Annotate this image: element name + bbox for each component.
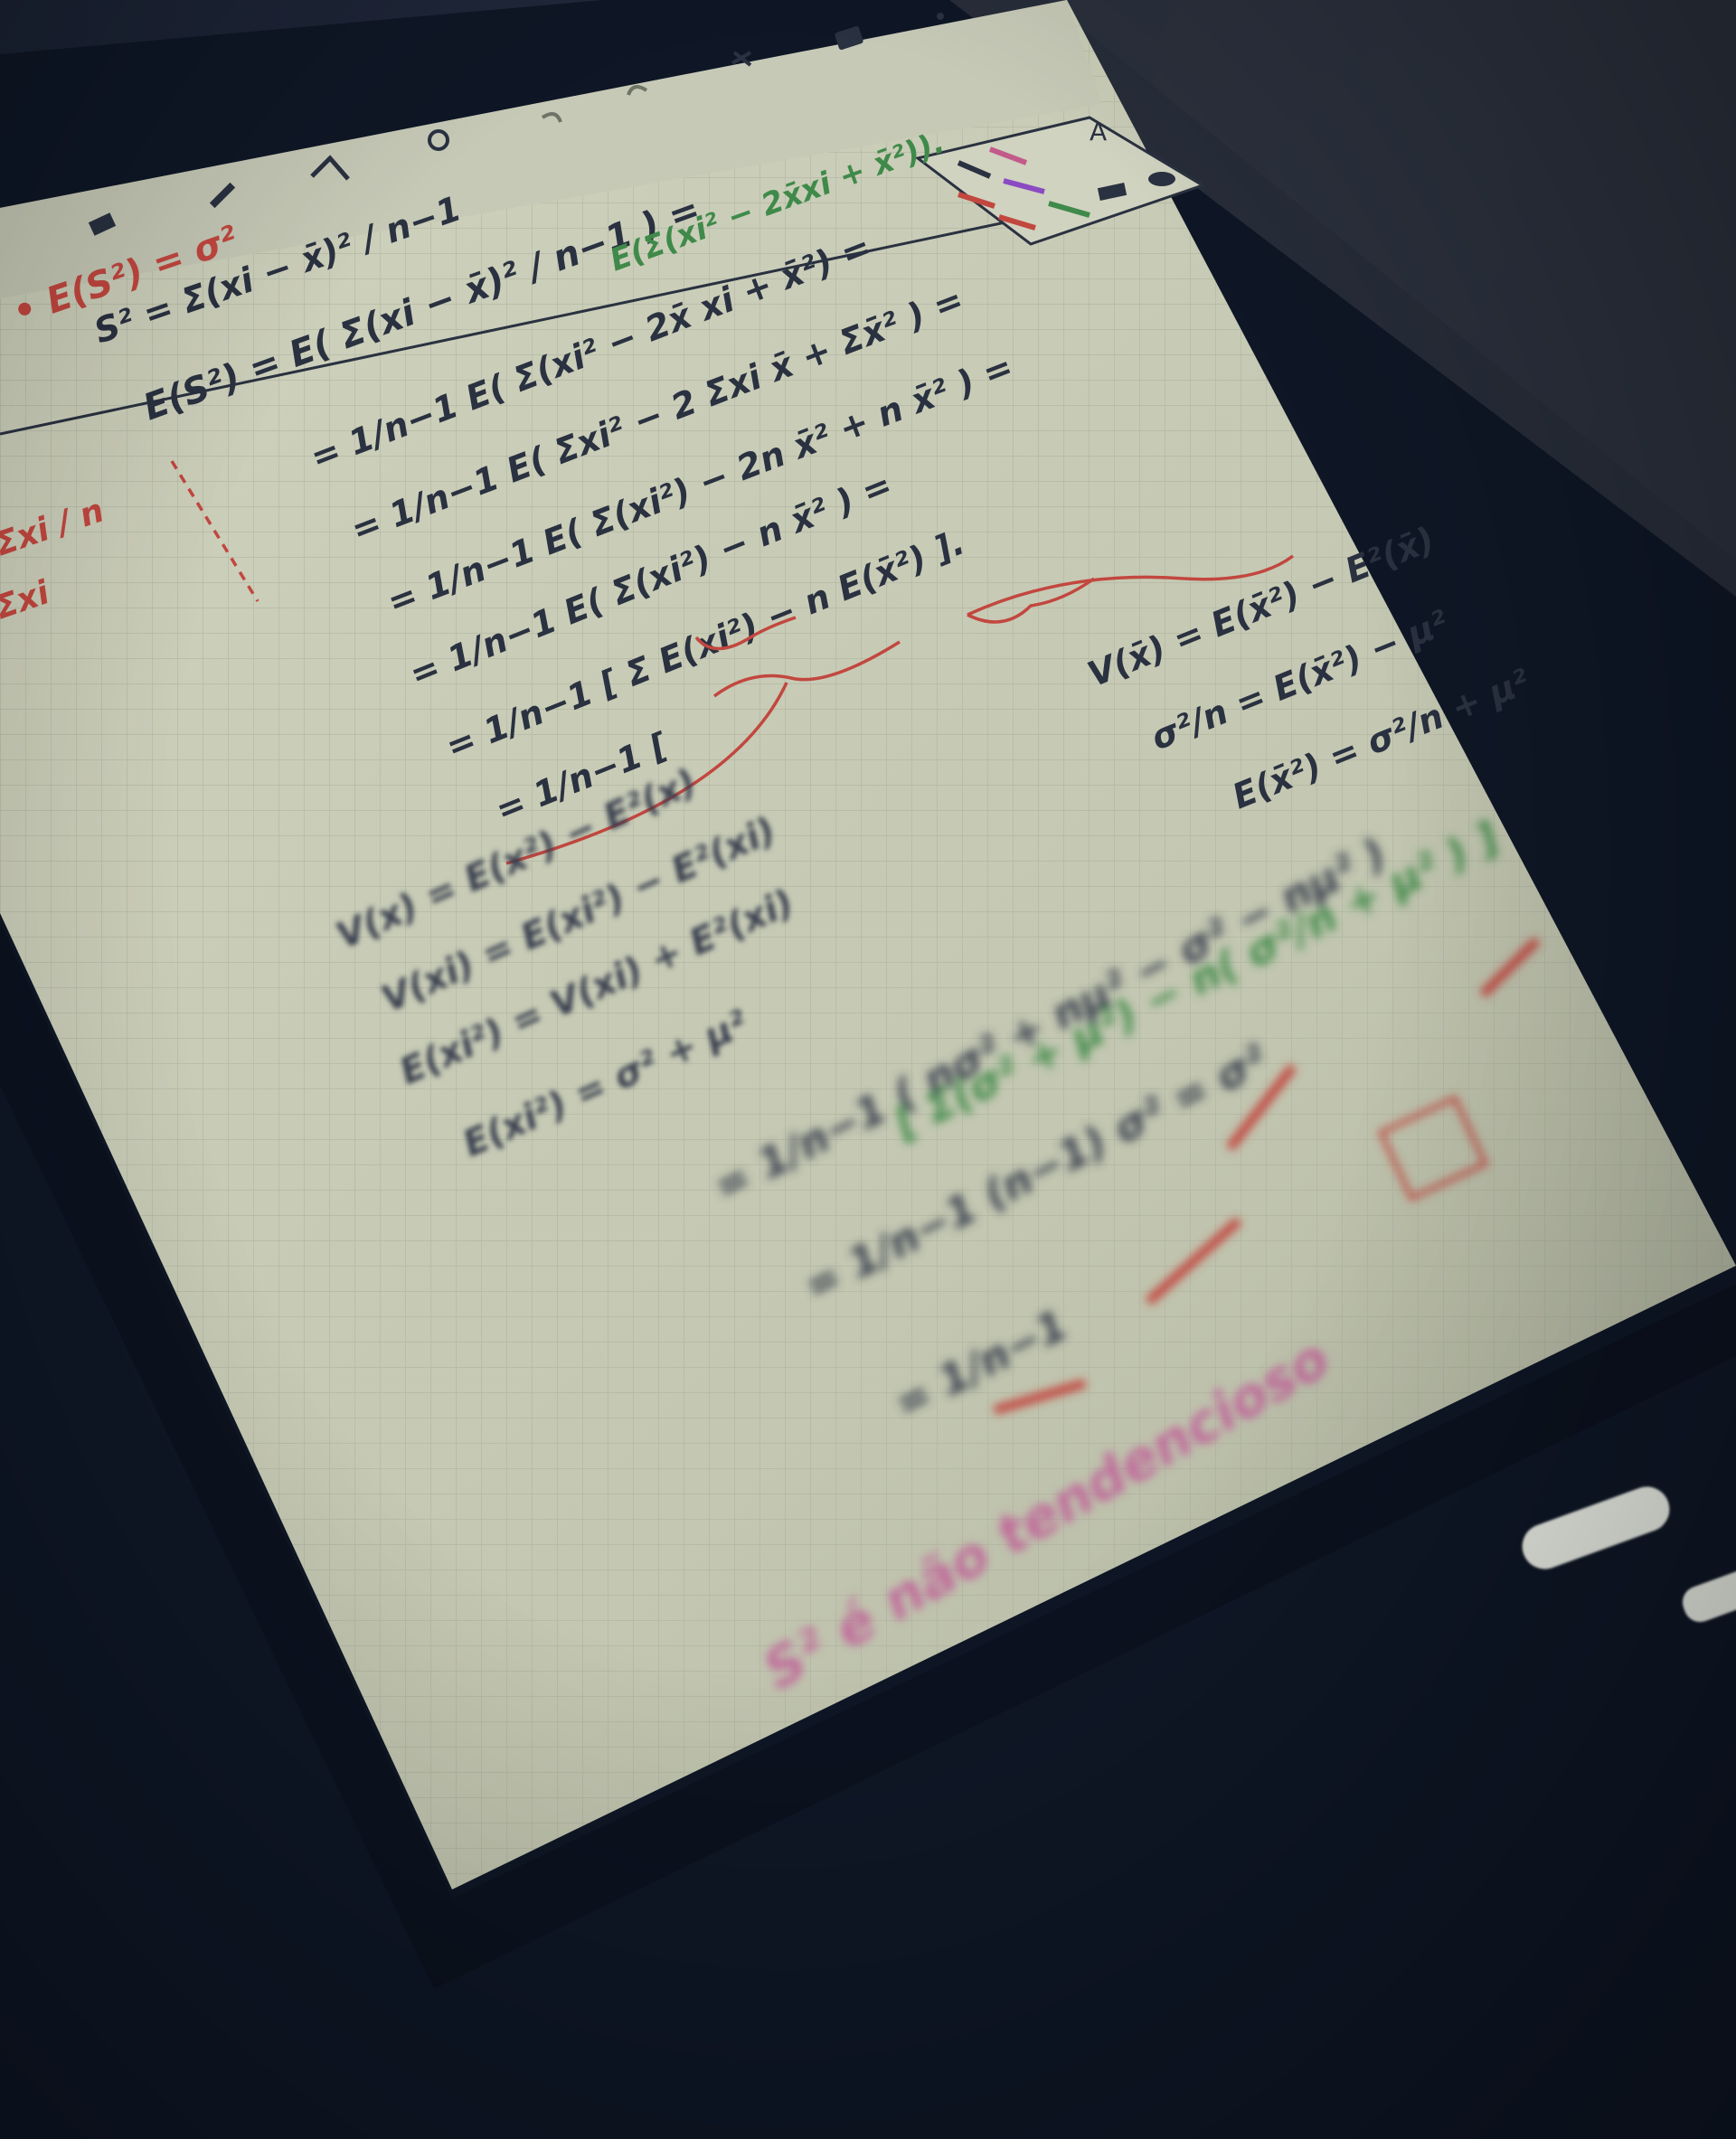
tablet-photo: A • E(S²) = σ² S² = Σ(xi − x̄)² / n−1 E(…: [0, 0, 1736, 2139]
text-tool-label[interactable]: A: [1090, 117, 1107, 146]
photo-scene: A • E(S²) = σ² S² = Σ(xi − x̄)² / n−1 E(…: [0, 0, 1736, 2139]
more-icon[interactable]: [937, 13, 944, 20]
